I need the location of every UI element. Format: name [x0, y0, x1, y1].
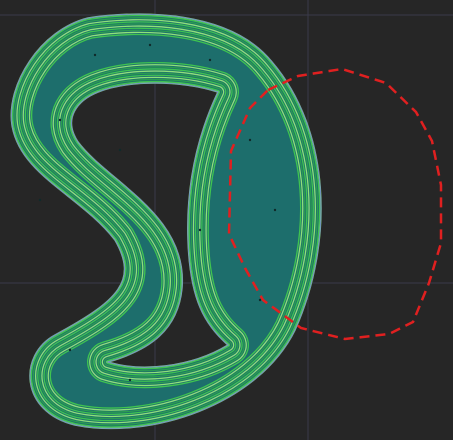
toolpath-point	[198, 228, 202, 232]
toolpath-canvas[interactable]	[0, 0, 453, 440]
toolpath-point	[118, 148, 122, 152]
toolpath-point	[258, 298, 262, 302]
toolpath-point	[128, 378, 132, 382]
toolpath-point	[68, 348, 72, 352]
toolpath-point	[58, 118, 62, 122]
toolpath-point	[208, 58, 212, 62]
toolpath-point	[93, 53, 97, 57]
toolpath-point	[273, 208, 277, 212]
toolpath-point	[38, 198, 42, 202]
toolpath-point	[148, 43, 152, 47]
toolpath-viewport[interactable]	[0, 0, 453, 440]
toolpath-point	[248, 138, 252, 142]
